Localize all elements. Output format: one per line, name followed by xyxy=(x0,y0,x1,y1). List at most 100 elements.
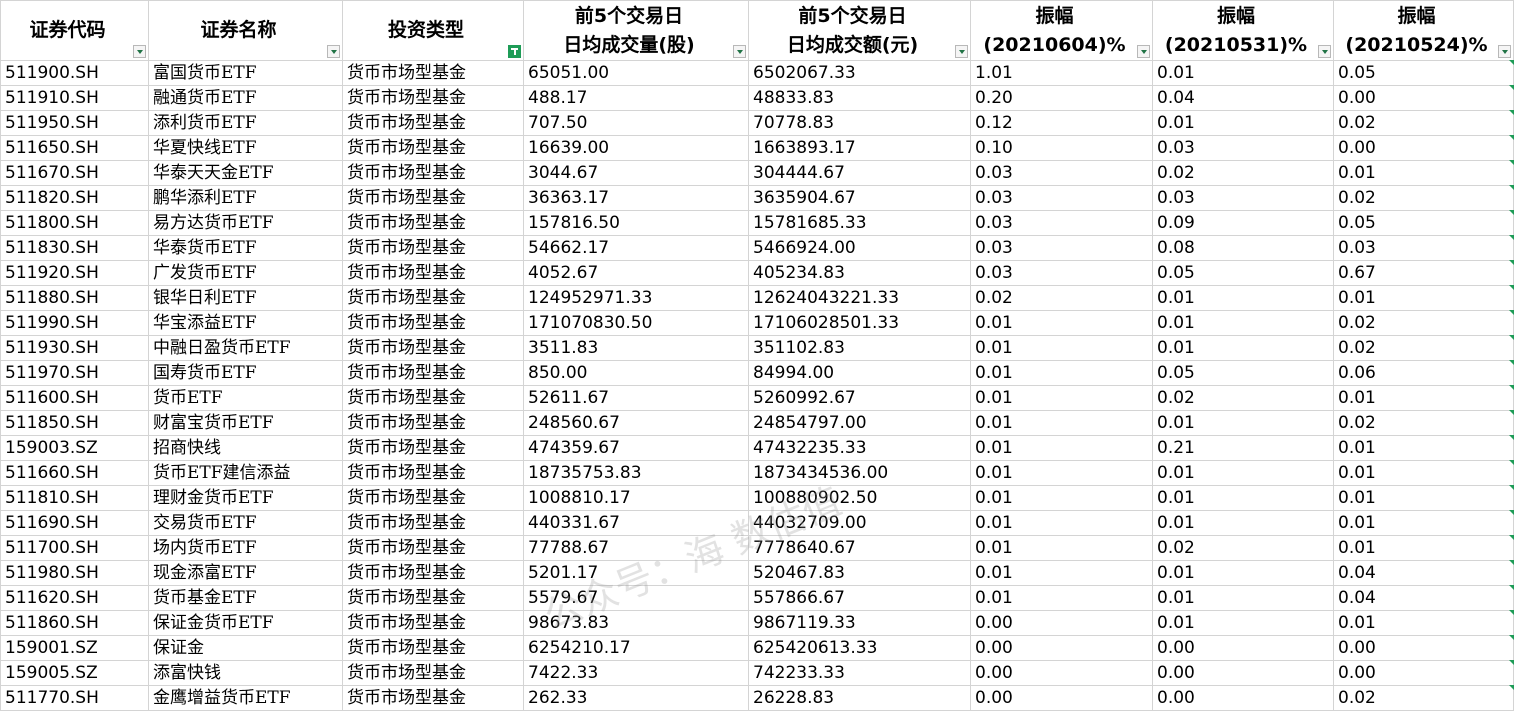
cell-volume[interactable]: 707.50 xyxy=(523,110,749,136)
cell-code[interactable]: 511990.SH xyxy=(0,310,149,336)
cell-amp-0531[interactable]: 0.05 xyxy=(1152,260,1334,286)
cell-volume[interactable]: 5201.17 xyxy=(523,560,749,586)
cell-name[interactable]: 广发货币ETF xyxy=(148,260,343,286)
cell-name[interactable]: 货币ETF xyxy=(148,385,343,411)
cell-amp-0604[interactable]: 0.01 xyxy=(970,435,1153,461)
cell-name[interactable]: 交易货币ETF xyxy=(148,510,343,536)
cell-amp-0531[interactable]: 0.01 xyxy=(1152,310,1334,336)
cell-amp-0531[interactable]: 0.03 xyxy=(1152,135,1334,161)
cell-name[interactable]: 货币基金ETF xyxy=(148,585,343,611)
cell-amp-0604[interactable]: 0.03 xyxy=(970,235,1153,261)
cell-code[interactable]: 511690.SH xyxy=(0,510,149,536)
cell-volume[interactable]: 3044.67 xyxy=(523,160,749,186)
cell-volume[interactable]: 65051.00 xyxy=(523,60,749,86)
cell-amp-0524[interactable]: 0.02 xyxy=(1333,310,1514,336)
cell-amp-0531[interactable]: 0.01 xyxy=(1152,585,1334,611)
cell-code[interactable]: 511900.SH xyxy=(0,60,149,86)
cell-volume[interactable]: 850.00 xyxy=(523,360,749,386)
cell-type[interactable]: 货币市场型基金 xyxy=(342,260,524,286)
cell-type[interactable]: 货币市场型基金 xyxy=(342,310,524,336)
cell-code[interactable]: 511920.SH xyxy=(0,260,149,286)
cell-amount[interactable]: 5260992.67 xyxy=(748,385,971,411)
cell-amount[interactable]: 405234.83 xyxy=(748,260,971,286)
cell-amp-0524[interactable]: 0.01 xyxy=(1333,485,1514,511)
cell-name[interactable]: 华泰货币ETF xyxy=(148,235,343,261)
cell-amount[interactable]: 557866.67 xyxy=(748,585,971,611)
cell-code[interactable]: 511970.SH xyxy=(0,360,149,386)
cell-amp-0524[interactable]: 0.00 xyxy=(1333,135,1514,161)
cell-amp-0604[interactable]: 0.00 xyxy=(970,635,1153,661)
cell-name[interactable]: 融通货币ETF xyxy=(148,85,343,111)
cell-type[interactable]: 货币市场型基金 xyxy=(342,535,524,561)
cell-type[interactable]: 货币市场型基金 xyxy=(342,585,524,611)
cell-code[interactable]: 511910.SH xyxy=(0,85,149,111)
cell-volume[interactable]: 5579.67 xyxy=(523,585,749,611)
cell-type[interactable]: 货币市场型基金 xyxy=(342,85,524,111)
cell-amp-0524[interactable]: 0.00 xyxy=(1333,660,1514,686)
filter-dropdown-icon[interactable] xyxy=(1137,45,1150,58)
filter-dropdown-icon[interactable] xyxy=(1498,45,1511,58)
cell-code[interactable]: 511930.SH xyxy=(0,335,149,361)
cell-code[interactable]: 511810.SH xyxy=(0,485,149,511)
cell-amp-0531[interactable]: 0.00 xyxy=(1152,660,1334,686)
cell-amp-0531[interactable]: 0.01 xyxy=(1152,110,1334,136)
cell-amount[interactable]: 100880902.50 xyxy=(748,485,971,511)
cell-code[interactable]: 511850.SH xyxy=(0,410,149,436)
cell-name[interactable]: 货币ETF建信添益 xyxy=(148,460,343,486)
cell-code[interactable]: 511980.SH xyxy=(0,560,149,586)
cell-name[interactable]: 富国货币ETF xyxy=(148,60,343,86)
cell-type[interactable]: 货币市场型基金 xyxy=(342,285,524,311)
cell-amount[interactable]: 84994.00 xyxy=(748,360,971,386)
cell-amp-0524[interactable]: 0.67 xyxy=(1333,260,1514,286)
cell-amp-0531[interactable]: 0.01 xyxy=(1152,410,1334,436)
cell-amp-0531[interactable]: 0.09 xyxy=(1152,210,1334,236)
cell-amp-0524[interactable]: 0.01 xyxy=(1333,285,1514,311)
cell-code[interactable]: 159003.SZ xyxy=(0,435,149,461)
cell-amp-0604[interactable]: 0.20 xyxy=(970,85,1153,111)
cell-amp-0531[interactable]: 0.00 xyxy=(1152,685,1334,711)
cell-type[interactable]: 货币市场型基金 xyxy=(342,335,524,361)
cell-type[interactable]: 货币市场型基金 xyxy=(342,685,524,711)
cell-amp-0524[interactable]: 0.01 xyxy=(1333,535,1514,561)
cell-name[interactable]: 金鹰增益货币ETF xyxy=(148,685,343,711)
cell-type[interactable]: 货币市场型基金 xyxy=(342,210,524,236)
cell-name[interactable]: 财富宝货币ETF xyxy=(148,410,343,436)
cell-type[interactable]: 货币市场型基金 xyxy=(342,360,524,386)
cell-amount[interactable]: 304444.67 xyxy=(748,160,971,186)
cell-amp-0531[interactable]: 0.01 xyxy=(1152,610,1334,636)
cell-amount[interactable]: 7778640.67 xyxy=(748,535,971,561)
cell-amp-0531[interactable]: 0.02 xyxy=(1152,535,1334,561)
cell-amount[interactable]: 44032709.00 xyxy=(748,510,971,536)
cell-name[interactable]: 保证金 xyxy=(148,635,343,661)
cell-code[interactable]: 159005.SZ xyxy=(0,660,149,686)
cell-amount[interactable]: 6502067.33 xyxy=(748,60,971,86)
cell-code[interactable]: 511800.SH xyxy=(0,210,149,236)
cell-amp-0524[interactable]: 0.05 xyxy=(1333,60,1514,86)
cell-amount[interactable]: 48833.83 xyxy=(748,85,971,111)
cell-amp-0604[interactable]: 0.10 xyxy=(970,135,1153,161)
cell-amount[interactable]: 9867119.33 xyxy=(748,610,971,636)
cell-amp-0531[interactable]: 0.01 xyxy=(1152,485,1334,511)
cell-type[interactable]: 货币市场型基金 xyxy=(342,185,524,211)
cell-amp-0604[interactable]: 0.01 xyxy=(970,560,1153,586)
cell-name[interactable]: 国寿货币ETF xyxy=(148,360,343,386)
cell-volume[interactable]: 6254210.17 xyxy=(523,635,749,661)
cell-amp-0531[interactable]: 0.01 xyxy=(1152,460,1334,486)
cell-volume[interactable]: 157816.50 xyxy=(523,210,749,236)
cell-amount[interactable]: 15781685.33 xyxy=(748,210,971,236)
cell-amp-0604[interactable]: 0.01 xyxy=(970,335,1153,361)
cell-amp-0524[interactable]: 0.01 xyxy=(1333,435,1514,461)
cell-amount[interactable]: 1873434536.00 xyxy=(748,460,971,486)
cell-amp-0524[interactable]: 0.02 xyxy=(1333,685,1514,711)
cell-volume[interactable]: 1008810.17 xyxy=(523,485,749,511)
cell-amp-0524[interactable]: 0.04 xyxy=(1333,560,1514,586)
cell-type[interactable]: 货币市场型基金 xyxy=(342,635,524,661)
cell-name[interactable]: 招商快线 xyxy=(148,435,343,461)
cell-amp-0531[interactable]: 0.01 xyxy=(1152,510,1334,536)
cell-name[interactable]: 场内货币ETF xyxy=(148,535,343,561)
cell-amp-0524[interactable]: 0.02 xyxy=(1333,185,1514,211)
cell-code[interactable]: 159001.SZ xyxy=(0,635,149,661)
cell-type[interactable]: 货币市场型基金 xyxy=(342,610,524,636)
cell-type[interactable]: 货币市场型基金 xyxy=(342,135,524,161)
cell-code[interactable]: 511600.SH xyxy=(0,385,149,411)
